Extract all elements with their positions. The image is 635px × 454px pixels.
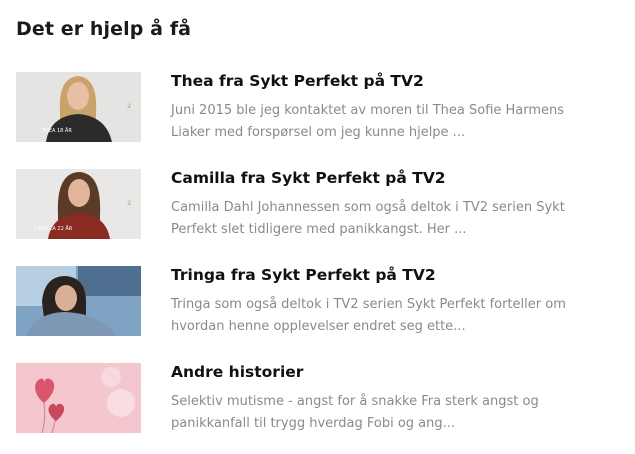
story-excerpt: Camilla Dahl Johannessen som også deltok…: [171, 200, 565, 237]
story-excerpt: Tringa som også deltok i TV2 serien Sykt…: [171, 297, 566, 334]
story-item-tringa[interactable]: Tringa fra Sykt Perfekt på TV2 Tringa so…: [16, 266, 616, 338]
story-excerpt: Juni 2015 ble jeg kontaktet av moren til…: [171, 103, 565, 140]
thumb-caption: CAMILLA 22 ÅR: [34, 225, 73, 232]
tv2-logo: 2: [127, 103, 131, 110]
story-title[interactable]: Thea fra Sykt Perfekt på TV2: [171, 72, 424, 90]
story-thumbnail-thea[interactable]: THEA 18 ÅR 2: [16, 72, 141, 142]
story-title[interactable]: Camilla fra Sykt Perfekt på TV2: [171, 169, 446, 187]
story-item-camilla[interactable]: CAMILLA 22 ÅR 2 Camilla fra Sykt Perfekt…: [16, 169, 616, 241]
story-item-thea[interactable]: THEA 18 ÅR 2 Thea fra Sykt Perfekt på TV…: [16, 72, 616, 144]
story-thumbnail-hearts[interactable]: [16, 363, 141, 433]
story-item-andre-historier[interactable]: Andre historier Selektiv mutisme - angst…: [16, 363, 616, 435]
story-thumbnail-tringa[interactable]: [16, 266, 141, 336]
story-title[interactable]: Andre historier: [171, 363, 303, 381]
thumb-caption: THEA 18 ÅR: [41, 127, 72, 134]
tv2-logo: 2: [127, 200, 131, 207]
story-title[interactable]: Tringa fra Sykt Perfekt på TV2: [171, 266, 436, 284]
stories-section: Det er hjelp å få THEA 18 ÅR 2 Thea fra …: [0, 0, 635, 454]
section-title: Det er hjelp å få: [16, 18, 192, 40]
story-thumbnail-camilla[interactable]: CAMILLA 22 ÅR 2: [16, 169, 141, 239]
story-excerpt: Selektiv mutisme - angst for å snakke Fr…: [171, 394, 539, 431]
